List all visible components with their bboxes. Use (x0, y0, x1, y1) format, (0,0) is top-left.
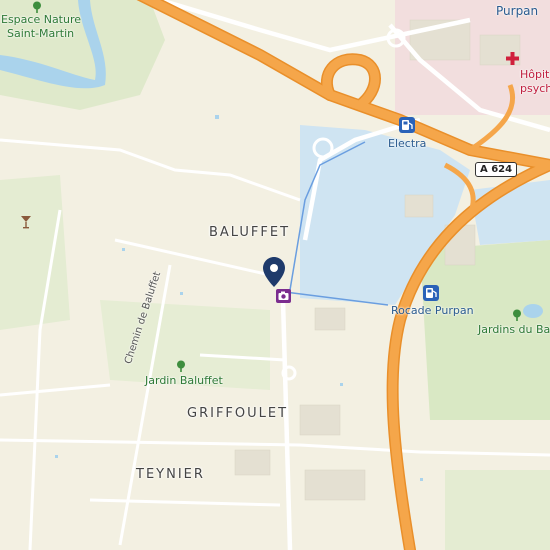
place-label-purpan: Purpan (496, 4, 539, 18)
district-label-baluffet: BALUFFET (209, 225, 291, 240)
district-label-teynier: TEYNIER (136, 467, 205, 482)
place-label-jardin-baluffet: Jardin Baluffet (145, 374, 223, 387)
camera-icon[interactable] (276, 289, 291, 308)
place-label-jardins-du-bar: Jardins du Bar (478, 323, 550, 336)
cocktail-icon (20, 215, 32, 234)
map-view[interactable]: BALUFFET GRIFFOULET TEYNIER Espace Natur… (0, 0, 550, 550)
map-pin-icon[interactable] (263, 257, 285, 292)
district-label-griffoulet: GRIFFOULET (187, 406, 289, 421)
place-label-espace-nature: Espace Nature (1, 13, 82, 26)
poi-label-rocade-purpan: Rocade Purpan (391, 304, 474, 317)
hospital-cross-icon (506, 52, 519, 70)
place-label-hopital: Hôpita (520, 68, 550, 81)
road-shield-a624: A 624 (475, 162, 518, 177)
fuel-icon[interactable] (423, 285, 439, 306)
fuel-icon[interactable] (399, 117, 415, 138)
poi-label-electra: Electra (388, 137, 427, 150)
place-label-hopital-psych: psych (520, 82, 550, 95)
place-label-saint-martin: Saint-Martin (7, 27, 75, 40)
